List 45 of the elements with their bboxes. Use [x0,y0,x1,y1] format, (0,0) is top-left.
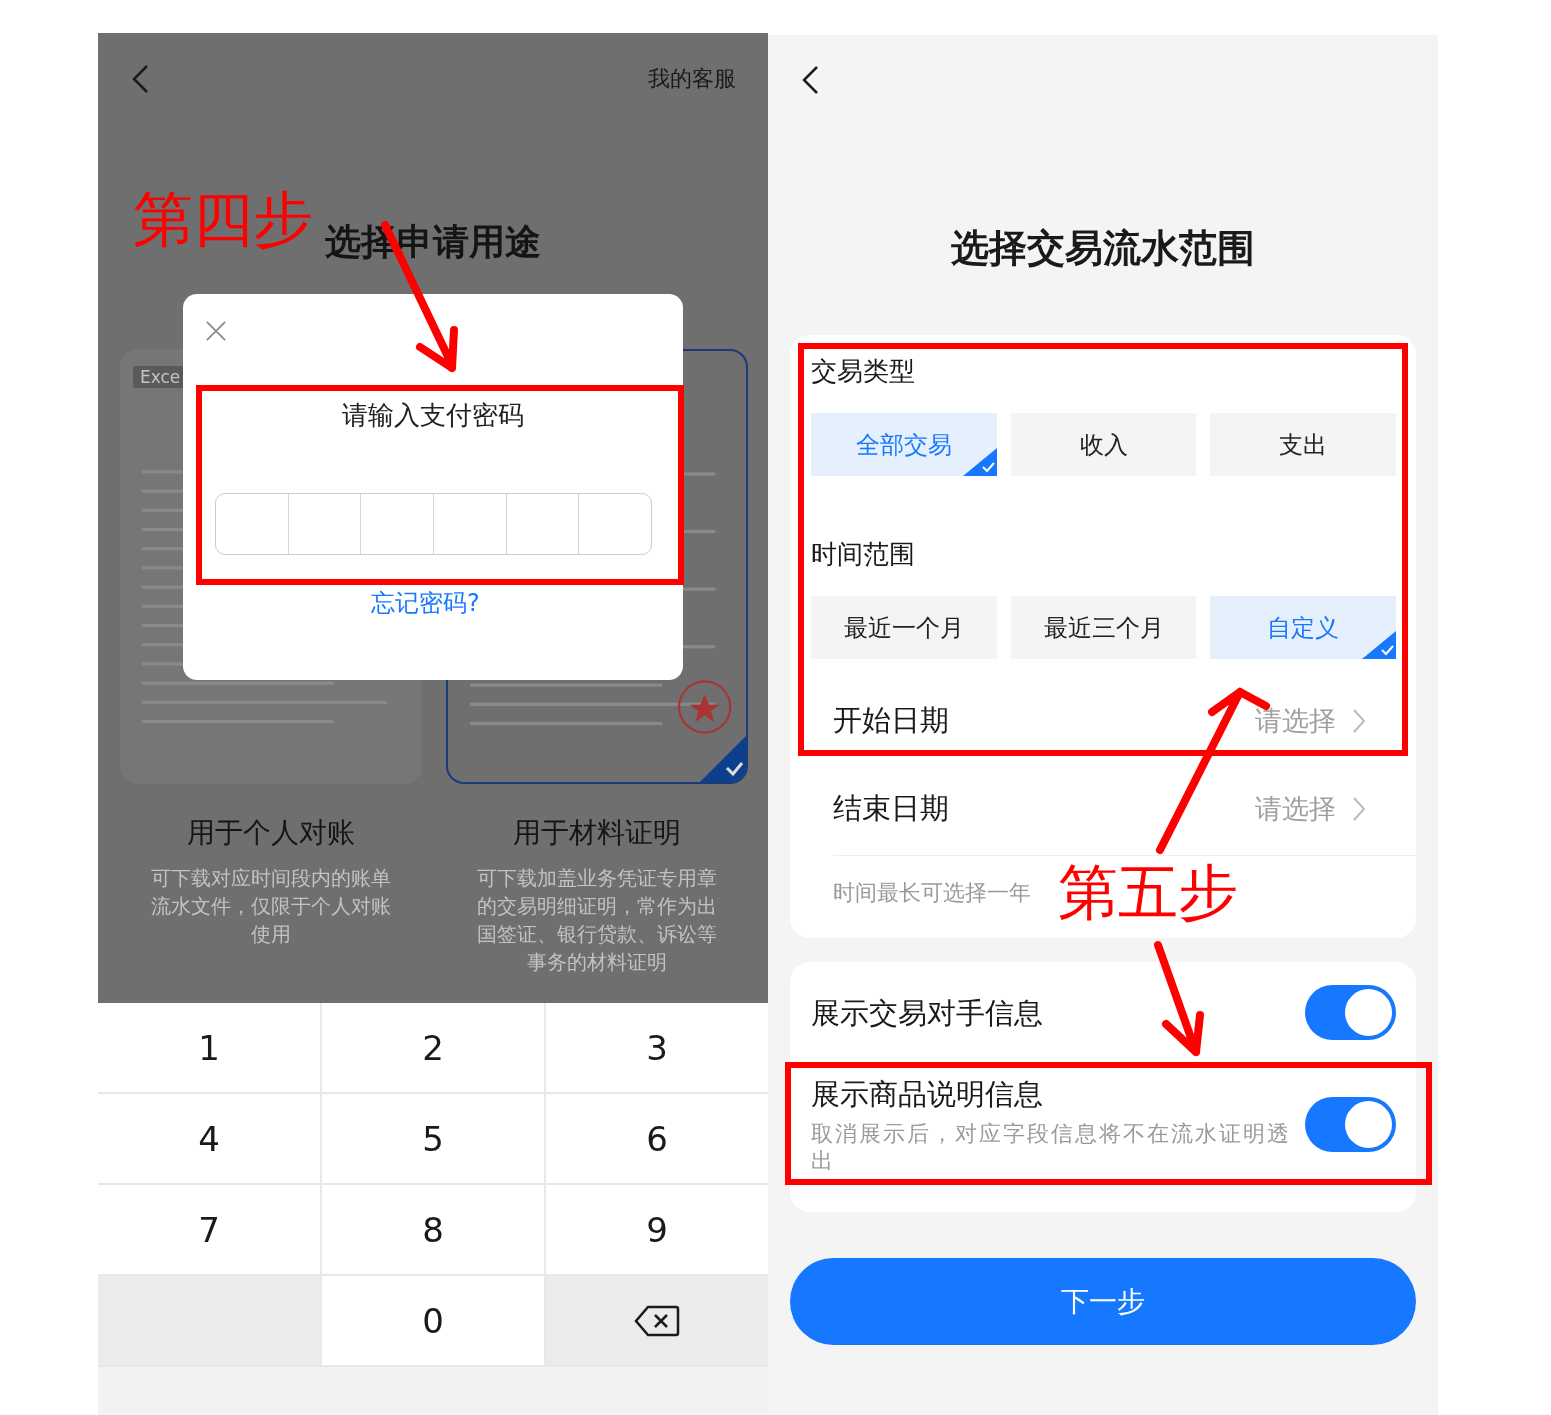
chevron-right-icon [1352,796,1366,822]
card-description: 可下载对应时间段内的账单流水文件，仅限于个人对账使用 [150,865,392,948]
toggle-label: 展示交易对手信息 [811,994,1043,1032]
toggle-description: 取消展示后，对应字段信息将不在流水证明透出 [811,1120,1292,1174]
option-button[interactable]: 收入 [1010,413,1197,476]
option-button[interactable]: 自定义 [1210,596,1396,659]
date-label: 结束日期 [833,790,950,827]
digit-key[interactable]: 3 [546,1003,768,1092]
step-label: 第五步 [1058,856,1238,928]
check-corner-icon [1362,631,1396,659]
back-icon[interactable] [800,65,820,95]
digit-key[interactable]: 4 [98,1094,320,1183]
digit-key[interactable]: 5 [322,1094,544,1183]
page-title: 选择交易流水范围 [950,225,1256,271]
option-button[interactable]: 最近三个月 [1010,596,1197,659]
option-button[interactable]: 最近一个月 [811,596,997,659]
forgot-password-link[interactable]: 忘记密码? [371,589,480,617]
digit-key[interactable]: 7 [98,1185,320,1274]
backspace-icon [634,1304,680,1337]
digit-key[interactable]: 8 [322,1185,544,1274]
section-label: 交易类型 [811,355,916,388]
toggle-switch[interactable] [1305,1096,1396,1152]
step-label: 第四步 [133,183,313,255]
check-corner-icon [700,736,746,782]
toggle-label: 展示商品说明信息 [811,1076,1044,1113]
section-label: 时间范围 [811,538,916,571]
option-button[interactable]: 支出 [1210,413,1396,476]
password-input-field[interactable] [215,493,652,555]
option-button[interactable]: 全部交易 [811,413,997,476]
next-button[interactable]: 下一步 [790,1258,1416,1345]
date-label: 开始日期 [833,702,950,739]
dialog-title: 请输入支付密码 [341,399,525,432]
check-corner-icon [962,448,997,476]
digit-key[interactable]: 0 [322,1276,544,1365]
card-title: 用于个人对账 [187,815,355,851]
digit-key[interactable]: 6 [546,1094,768,1183]
toggle-switch[interactable] [1305,985,1396,1040]
digit-key[interactable]: 2 [322,1003,544,1092]
hint-text: 时间最长可选择一年 [833,879,1031,907]
digit-key[interactable]: 9 [546,1185,768,1274]
card-title: 用于材料证明 [513,815,681,851]
digit-key[interactable]: 1 [98,1003,320,1092]
close-icon[interactable] [205,320,227,342]
chevron-right-icon [1352,708,1366,734]
card-description: 可下载加盖业务凭证专用章的交易明细证明，常作为出国签证、银行贷款、诉讼等事务的材料证明 [476,865,718,976]
